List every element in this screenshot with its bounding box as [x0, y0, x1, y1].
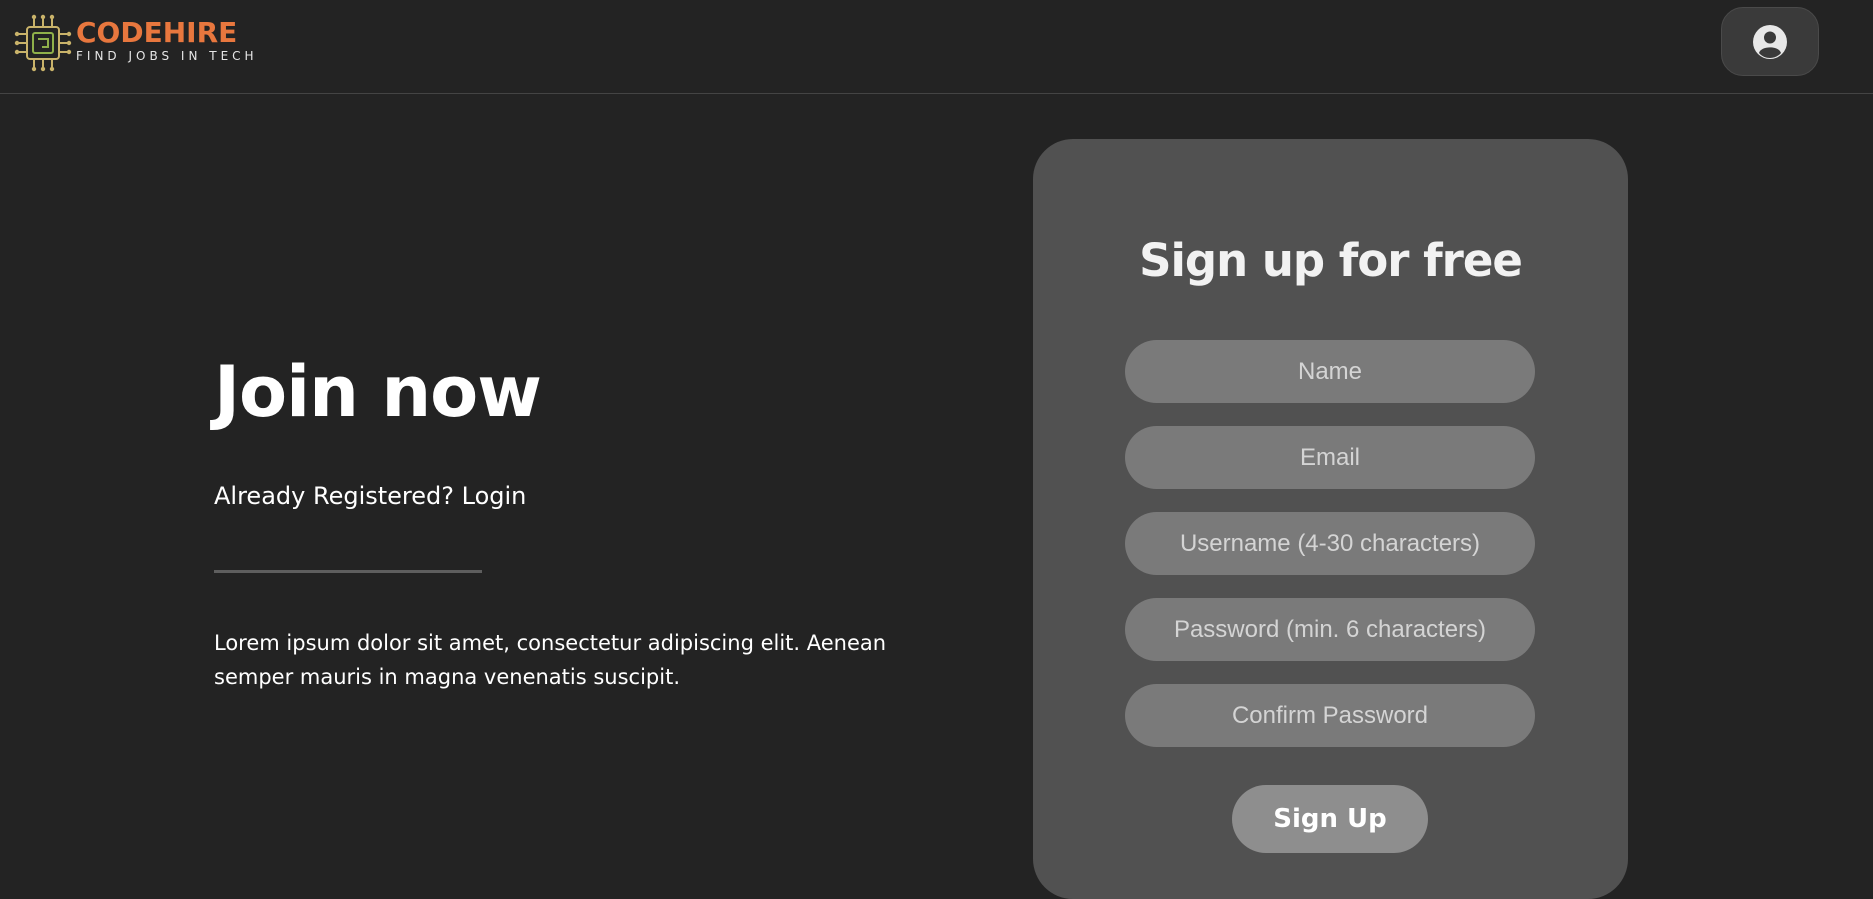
signup-card: Sign up for free Sign Up [1033, 139, 1628, 899]
site-header: CODEHIRE FIND JOBS IN TECH [0, 0, 1873, 94]
account-button[interactable] [1721, 7, 1819, 76]
password-input[interactable] [1125, 598, 1535, 661]
logo-link[interactable]: CODEHIRE FIND JOBS IN TECH [14, 14, 258, 72]
signup-button[interactable]: Sign Up [1232, 785, 1428, 853]
description-text: Lorem ipsum dolor sit amet, consectetur … [214, 631, 887, 689]
divider [214, 570, 482, 573]
already-registered-label: Already Registered? [214, 482, 454, 510]
username-input[interactable] [1125, 512, 1535, 575]
already-registered-text: Already Registered? Login [214, 480, 526, 512]
page-title: Join now [214, 351, 542, 433]
logo-text: CODEHIRE FIND JOBS IN TECH [76, 16, 258, 64]
circuit-chip-icon [14, 14, 72, 72]
logo-name: CODEHIRE [76, 16, 238, 49]
user-circle-icon [1753, 24, 1787, 59]
email-input[interactable] [1125, 426, 1535, 489]
confirm-password-input[interactable] [1125, 684, 1535, 747]
login-link[interactable]: Login [462, 482, 527, 510]
signup-title: Sign up for free [1139, 234, 1523, 287]
logo-tagline: FIND JOBS IN TECH [76, 49, 258, 63]
name-input[interactable] [1125, 340, 1535, 403]
